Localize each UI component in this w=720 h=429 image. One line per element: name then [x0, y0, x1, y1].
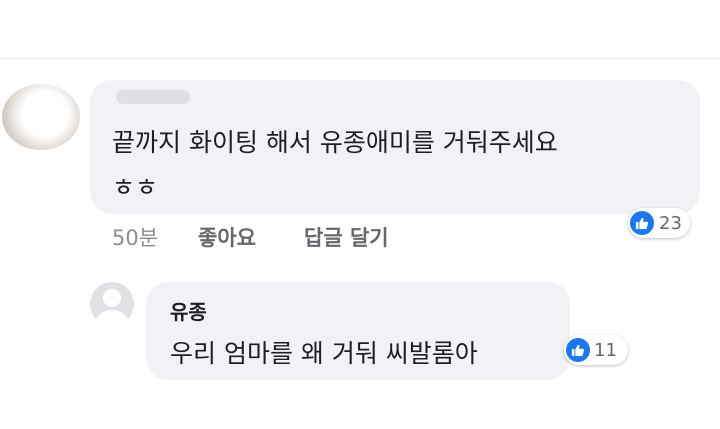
comment-text: 끝까지 화이팅 해서 유종애미를 거둬주세요 ㅎㅎ [112, 120, 682, 210]
reply-text: 우리 엄마를 왜 거둬 씨발롬아 [170, 339, 478, 368]
comment-text-line: ㅎㅎ [112, 173, 159, 202]
top-divider [0, 58, 720, 59]
comment-actions: 50분 좋아요 답글 달기 [112, 222, 389, 252]
comment-author-name[interactable] [116, 90, 190, 104]
reply-button[interactable]: 답글 달기 [304, 222, 389, 252]
comment-text-line: 끝까지 화이팅 해서 유종애미를 거둬주세요 [112, 128, 558, 157]
default-avatar-body [96, 310, 128, 326]
default-avatar-head [103, 289, 121, 307]
reply-author-name[interactable]: 유종 [170, 296, 207, 325]
reaction-badge[interactable]: 23 [628, 208, 690, 238]
reaction-badge[interactable]: 11 [564, 335, 628, 365]
comment-timestamp[interactable]: 50분 [112, 222, 158, 252]
like-button[interactable]: 좋아요 [198, 222, 256, 252]
thumbs-up-icon [630, 211, 654, 235]
thumbs-up-icon [566, 338, 590, 362]
avatar[interactable] [90, 282, 134, 326]
reaction-count: 11 [594, 339, 617, 361]
reaction-count: 23 [659, 212, 682, 234]
avatar[interactable] [2, 84, 80, 150]
